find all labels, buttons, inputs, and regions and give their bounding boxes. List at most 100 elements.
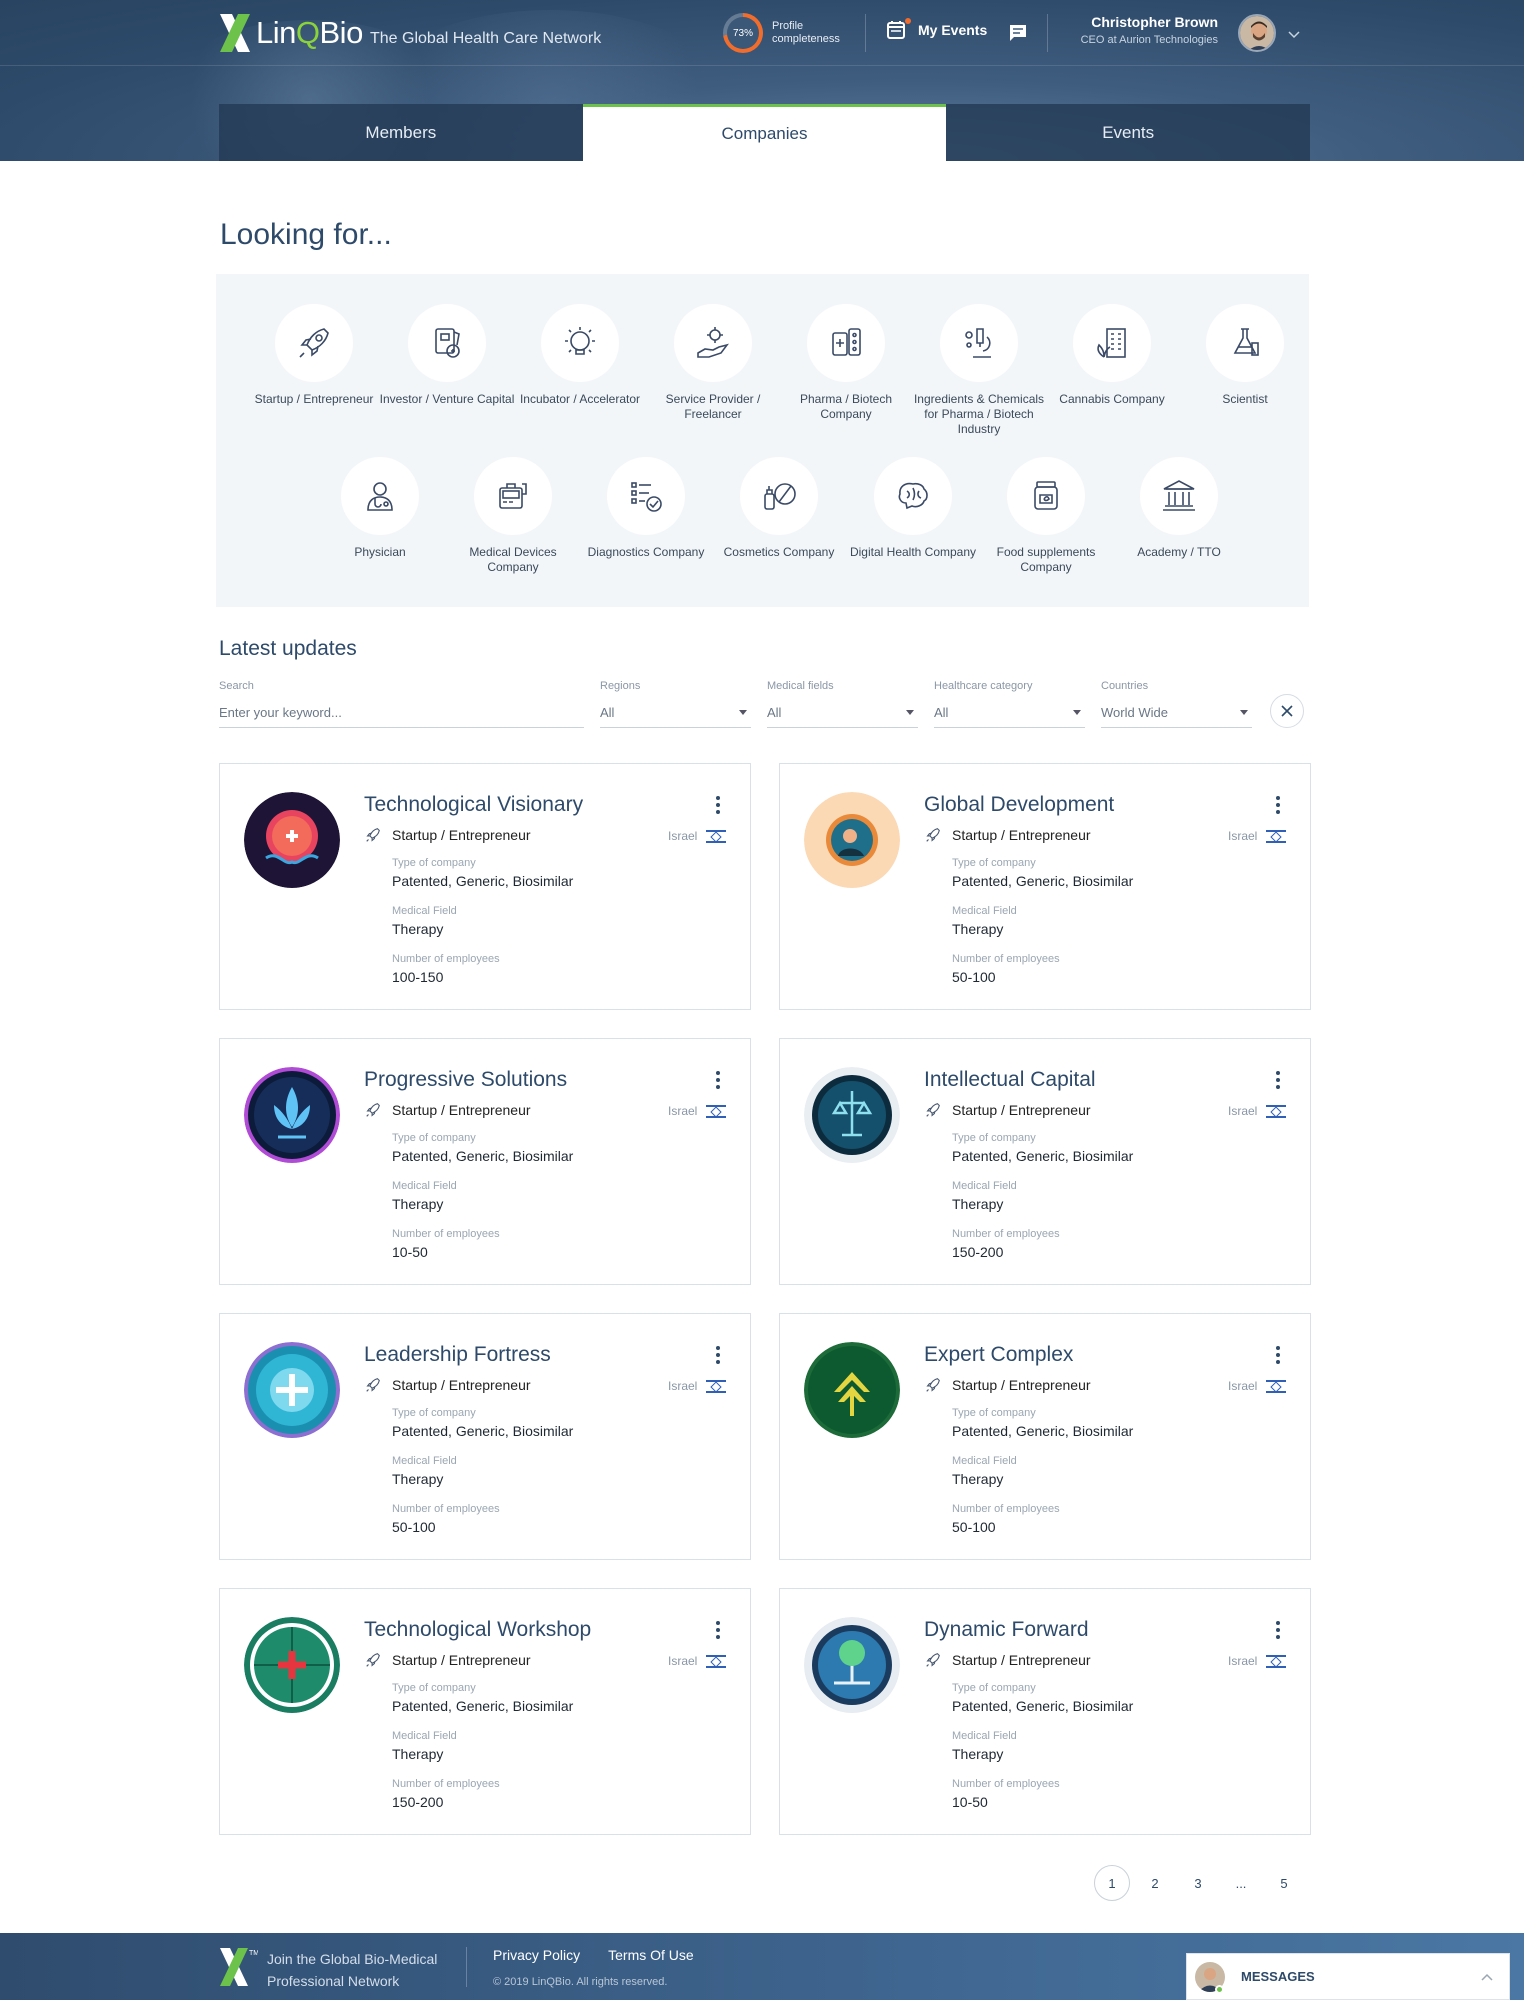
search-input[interactable]: Enter your keyword... bbox=[219, 698, 584, 728]
company-logo[interactable] bbox=[244, 1617, 340, 1713]
notification-dot bbox=[905, 18, 911, 24]
tab-events[interactable]: Events bbox=[946, 104, 1311, 161]
company-card[interactable]: Leadership Fortress Startup / Entreprene… bbox=[219, 1313, 751, 1560]
company-name[interactable]: Technological Visionary bbox=[364, 793, 583, 817]
field-label: Medical Field bbox=[952, 1180, 1017, 1192]
company-logo[interactable] bbox=[244, 1342, 340, 1438]
company-name[interactable]: Leadership Fortress bbox=[364, 1343, 551, 1367]
company-card[interactable]: Progressive Solutions Startup / Entrepre… bbox=[219, 1038, 751, 1285]
more-options-icon[interactable] bbox=[716, 1346, 720, 1367]
company-logo[interactable] bbox=[804, 1067, 900, 1163]
company-name[interactable]: Dynamic Forward bbox=[924, 1618, 1089, 1642]
footer-logo[interactable]: TM bbox=[218, 1946, 259, 1993]
terms-of-use-link[interactable]: Terms Of Use bbox=[608, 1947, 694, 1963]
company-card[interactable]: Dynamic Forward Startup / Entrepreneur I… bbox=[779, 1588, 1311, 1835]
company-category-label: Startup / Entrepreneur bbox=[392, 1652, 531, 1668]
israel-flag-icon bbox=[706, 1379, 727, 1393]
company-category: Startup / Entrepreneur bbox=[364, 826, 531, 844]
field-label: Type of company bbox=[952, 1682, 1036, 1694]
category-diagnostics[interactable]: Diagnostics Company bbox=[576, 457, 716, 560]
company-logo[interactable] bbox=[804, 1342, 900, 1438]
more-options-icon[interactable] bbox=[1276, 1621, 1280, 1642]
company-card[interactable]: Global Development Startup / Entrepreneu… bbox=[779, 763, 1311, 1010]
company-name[interactable]: Global Development bbox=[924, 793, 1114, 817]
more-options-icon[interactable] bbox=[716, 1071, 720, 1092]
tab-members[interactable]: Members bbox=[219, 104, 583, 161]
company-logo[interactable] bbox=[244, 1067, 340, 1163]
countries-select[interactable]: World Wide bbox=[1101, 698, 1252, 728]
cannabis-building-icon bbox=[1073, 304, 1151, 382]
page-1[interactable]: 1 bbox=[1094, 1865, 1130, 1901]
company-name[interactable]: Technological Workshop bbox=[364, 1618, 591, 1642]
avatar[interactable] bbox=[1238, 14, 1276, 52]
employees-field: Number of employees 10-50 bbox=[392, 1228, 500, 1260]
category-medical-devices[interactable]: Medical Devices Company bbox=[443, 457, 583, 575]
more-options-icon[interactable] bbox=[1276, 1346, 1280, 1367]
medical-fields-select[interactable]: All bbox=[767, 698, 918, 728]
field-value: Patented, Generic, Biosimilar bbox=[952, 1698, 1134, 1714]
company-card[interactable]: Expert Complex Startup / Entrepreneur Is… bbox=[779, 1313, 1311, 1560]
more-options-icon[interactable] bbox=[716, 796, 720, 817]
field-value: Therapy bbox=[392, 1196, 444, 1212]
category-physician[interactable]: Physician bbox=[310, 457, 450, 560]
category-scientist[interactable]: Scientist bbox=[1175, 304, 1315, 407]
privacy-policy-link[interactable]: Privacy Policy bbox=[493, 1947, 580, 1963]
header-divider bbox=[865, 14, 866, 52]
more-options-icon[interactable] bbox=[1276, 1071, 1280, 1092]
category-cosmetics[interactable]: Cosmetics Company bbox=[709, 457, 849, 560]
category-service-provider[interactable]: Service Provider / Freelancer bbox=[643, 304, 783, 422]
copyright: © 2019 LinQBio. All rights reserved. bbox=[493, 1976, 668, 1988]
category-ingredients[interactable]: Ingredients & Chemicals for Pharma / Bio… bbox=[909, 304, 1049, 437]
profile-completeness[interactable]: 73% Profile completeness bbox=[723, 13, 852, 53]
my-events-label: My Events bbox=[918, 22, 988, 38]
category-incubator[interactable]: Incubator / Accelerator bbox=[510, 304, 650, 407]
company-card[interactable]: Technological Workshop Startup / Entrepr… bbox=[219, 1588, 751, 1835]
user-info[interactable]: Christopher Brown CEO at Aurion Technolo… bbox=[1060, 14, 1218, 46]
company-type-field: Type of company Patented, Generic, Biosi… bbox=[952, 1407, 1133, 1439]
checklist-icon bbox=[607, 457, 685, 535]
company-logo[interactable] bbox=[804, 1617, 900, 1713]
category-label: Academy / TTO bbox=[1137, 545, 1221, 559]
category-label: Medical Devices Company bbox=[469, 545, 557, 574]
israel-flag-icon bbox=[1266, 829, 1287, 843]
employees-field: Number of employees 150-200 bbox=[392, 1778, 500, 1810]
company-logo[interactable] bbox=[244, 792, 340, 888]
category-digital-health[interactable]: Digital Health Company bbox=[843, 457, 983, 560]
my-events-button[interactable]: My Events bbox=[886, 18, 988, 40]
employees-field: Number of employees 100-150 bbox=[392, 953, 500, 985]
page-5[interactable]: 5 bbox=[1266, 1865, 1302, 1901]
israel-flag-icon bbox=[1266, 1104, 1287, 1118]
more-options-icon[interactable] bbox=[716, 1621, 720, 1642]
company-name[interactable]: Intellectual Capital bbox=[924, 1068, 1096, 1092]
field-label: Medical Field bbox=[952, 1455, 1017, 1467]
company-card[interactable]: Technological Visionary Startup / Entrep… bbox=[219, 763, 751, 1010]
chevron-down-icon[interactable] bbox=[1288, 26, 1300, 44]
category-investor[interactable]: Investor / Venture Capital bbox=[377, 304, 517, 407]
more-options-icon[interactable] bbox=[1276, 796, 1280, 817]
tab-companies[interactable]: Companies bbox=[582, 104, 947, 161]
field-value: Patented, Generic, Biosimilar bbox=[392, 1148, 574, 1164]
category-cannabis[interactable]: Cannabis Company bbox=[1042, 304, 1182, 407]
healthcare-category-select[interactable]: All bbox=[934, 698, 1085, 728]
company-card[interactable]: Intellectual Capital Startup / Entrepren… bbox=[779, 1038, 1311, 1285]
medical-field: Medical Field Therapy bbox=[952, 905, 1017, 937]
field-label: Number of employees bbox=[392, 1778, 500, 1790]
category-academy[interactable]: Academy / TTO bbox=[1109, 457, 1249, 560]
page-2[interactable]: 2 bbox=[1137, 1865, 1173, 1901]
chat-icon[interactable] bbox=[1008, 23, 1028, 48]
category-pharma[interactable]: Pharma / Biotech Company bbox=[776, 304, 916, 422]
completeness-percent: 73% bbox=[727, 17, 759, 49]
regions-select[interactable]: All bbox=[600, 698, 751, 728]
company-country: Israel bbox=[1228, 1654, 1287, 1668]
company-logo[interactable] bbox=[804, 792, 900, 888]
company-name[interactable]: Expert Complex bbox=[924, 1343, 1073, 1367]
logo[interactable]: LinQBio bbox=[218, 12, 363, 54]
company-category: Startup / Entrepreneur bbox=[364, 1376, 531, 1394]
chevron-up-icon[interactable] bbox=[1481, 1973, 1493, 1981]
category-food-supplements[interactable]: Food supplements Company bbox=[976, 457, 1116, 575]
category-startup[interactable]: Startup / Entrepreneur bbox=[244, 304, 384, 407]
page-3[interactable]: 3 bbox=[1180, 1865, 1216, 1901]
messages-panel[interactable]: MESSAGES bbox=[1186, 1953, 1510, 2000]
company-name[interactable]: Progressive Solutions bbox=[364, 1068, 567, 1092]
clear-filters-button[interactable] bbox=[1270, 694, 1304, 728]
